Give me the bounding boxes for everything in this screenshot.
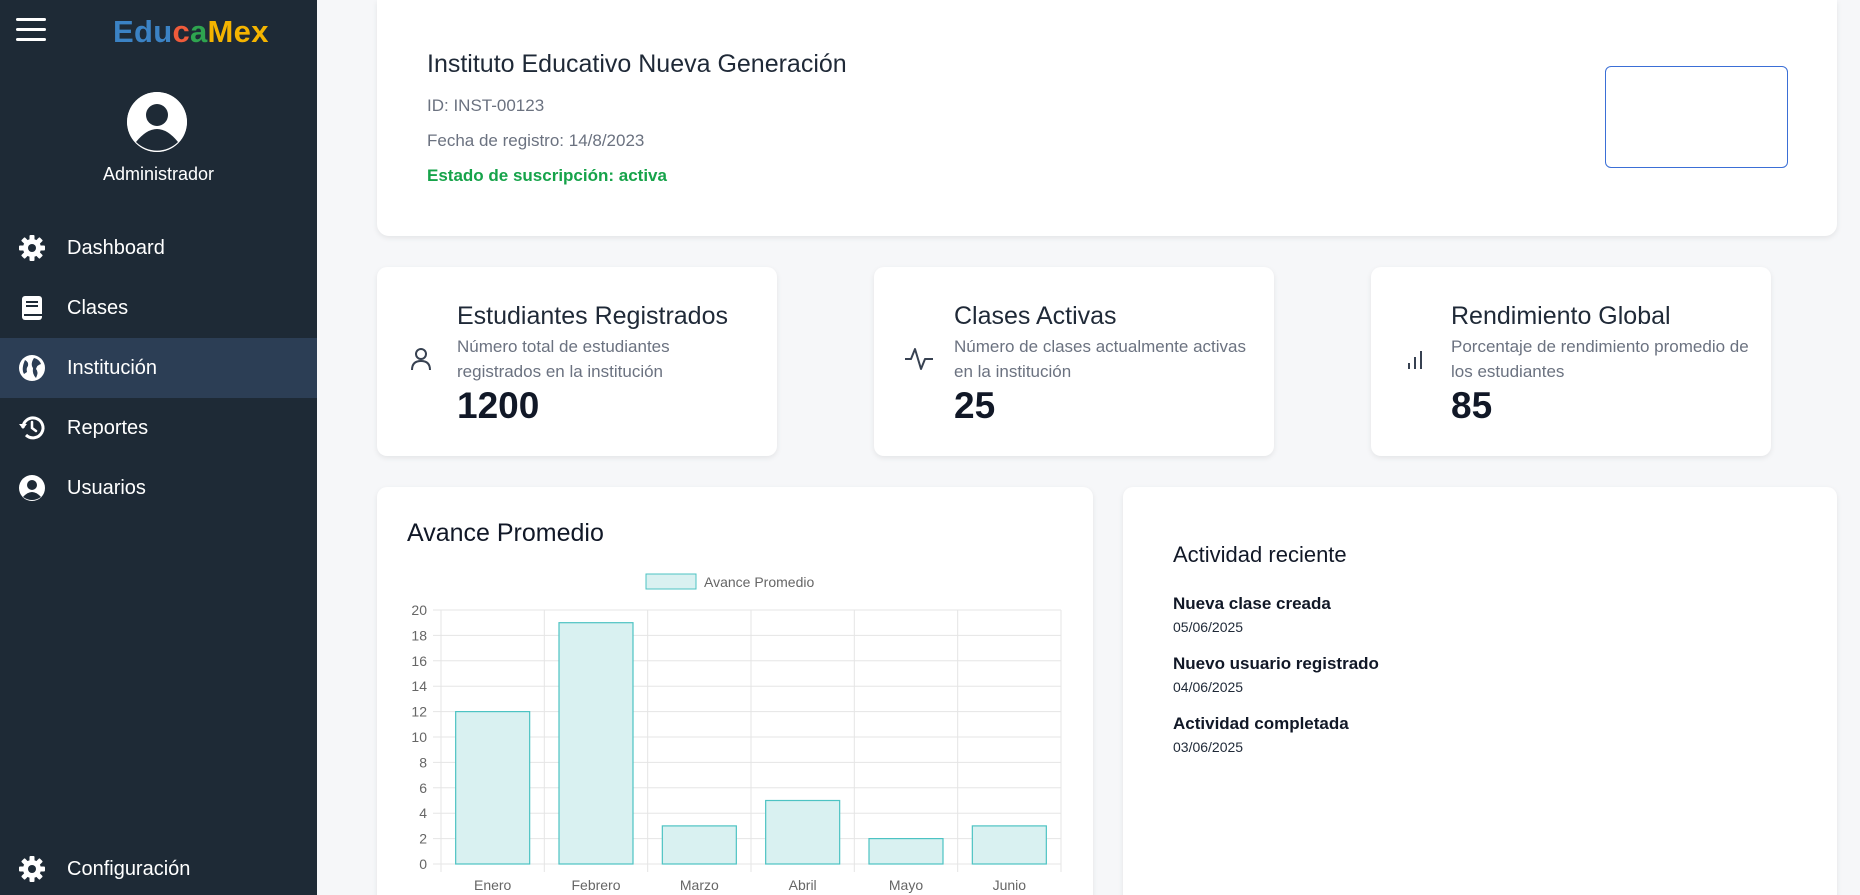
legend-label: Avance Promedio <box>704 574 814 590</box>
user-icon <box>407 345 435 373</box>
activity-item-date: 03/06/2025 <box>1173 739 1244 755</box>
subscription-status: Estado de suscripción: activa <box>427 166 667 185</box>
stat-description: Número total de estudiantes registrados … <box>457 337 670 381</box>
list-item: Actividad completada 03/06/2025 <box>1173 714 1379 774</box>
x-tick-label: Mayo <box>889 877 923 893</box>
chart-title: Avance Promedio <box>407 519 604 547</box>
stat-description: Porcentaje de rendimiento promedio de lo… <box>1451 337 1749 381</box>
institution-name: Instituto Educativo Nueva Generación <box>427 50 847 78</box>
bar <box>868 838 944 865</box>
activity-list: Nueva clase creada 05/06/2025 Nuevo usua… <box>1173 594 1379 774</box>
stat-title: Rendimiento Global <box>1451 302 1671 330</box>
activity-item-date: 05/06/2025 <box>1173 619 1244 635</box>
book-icon <box>17 293 47 323</box>
institution-card: Instituto Educativo Nueva Generación ID:… <box>377 0 1837 236</box>
stat-title: Clases Activas <box>954 302 1117 330</box>
sidebar-nav: Dashboard Clases Institución Reportes Us… <box>0 218 317 518</box>
y-tick-label: 18 <box>411 627 427 643</box>
stat-value: 85 <box>1451 385 1493 426</box>
x-tick-label: Febrero <box>571 877 620 893</box>
chart-card: Avance Promedio Avance Promedio 0 2 4 6 8 10 12… <box>377 487 1093 895</box>
sidebar-item-label: Configuración <box>67 857 191 880</box>
sidebar-item-reportes[interactable]: Reportes <box>0 398 317 458</box>
y-tick-label: 6 <box>419 780 427 796</box>
stat-title: Estudiantes Registrados <box>457 302 728 330</box>
y-tick-label: 12 <box>411 704 427 720</box>
activity-card: Actividad reciente Nueva clase creada 05… <box>1123 487 1837 895</box>
bar-chart: Avance Promedio 0 2 4 6 8 10 12 14 16 18 20 Enero Feb… <box>411 573 1062 893</box>
bar <box>661 825 737 865</box>
globe-icon <box>17 353 47 383</box>
y-tick-label: 4 <box>419 805 427 821</box>
y-tick-label: 20 <box>411 602 427 618</box>
sidebar-header: EducaMex <box>0 0 317 66</box>
sidebar-item-usuarios[interactable]: Usuarios <box>0 458 317 518</box>
legend-swatch <box>645 573 697 590</box>
y-tick-label: 8 <box>419 754 427 770</box>
activity-item-title: Actividad completada <box>1173 714 1349 733</box>
x-tick-label: Abril <box>789 877 817 893</box>
user-circle-icon[interactable] <box>127 92 187 152</box>
app-logo[interactable]: EducaMex <box>113 14 269 50</box>
institution-logo-placeholder[interactable] <box>1605 66 1788 168</box>
y-tick-label: 10 <box>411 729 427 745</box>
bar <box>765 799 841 865</box>
sidebar-item-label: Usuarios <box>67 476 146 499</box>
y-tick-label: 16 <box>411 653 427 669</box>
institution-id: ID: INST-00123 <box>427 96 545 115</box>
sidebar-item-institucion[interactable]: Institución <box>0 338 317 398</box>
activity-item-title: Nuevo usuario registrado <box>1173 654 1379 673</box>
user-role: Administrador <box>102 164 215 184</box>
x-tick-label: Marzo <box>680 877 719 893</box>
stat-card-performance: Rendimiento Global Porcentaje de rendimi… <box>1371 267 1771 456</box>
activity-item-date: 04/06/2025 <box>1173 679 1244 695</box>
y-tick-label: 14 <box>411 678 427 694</box>
sidebar-item-label: Dashboard <box>67 236 165 259</box>
bar-chart-icon <box>1401 345 1429 373</box>
sidebar: EducaMex Administrador Dashboard Clases … <box>0 0 317 895</box>
sidebar-item-clases[interactable]: Clases <box>0 278 317 338</box>
hamburger-icon[interactable] <box>16 18 46 46</box>
sidebar-item-dashboard[interactable]: Dashboard <box>0 218 317 278</box>
y-tick-label: 2 <box>419 831 427 847</box>
activity-item-title: Nueva clase creada <box>1173 594 1331 613</box>
stat-value: 25 <box>954 385 996 426</box>
user-circle-icon <box>17 473 47 503</box>
x-tick-label: Enero <box>474 877 512 893</box>
list-item: Nueva clase creada 05/06/2025 <box>1173 594 1379 654</box>
stat-description: Número de clases actualmente activas en … <box>954 337 1246 381</box>
history-icon <box>17 413 47 443</box>
gear-icon <box>17 233 47 263</box>
bar <box>971 825 1047 865</box>
y-tick-label: 0 <box>419 856 427 872</box>
sidebar-item-label: Reportes <box>67 416 149 439</box>
gear-icon <box>17 854 47 884</box>
stat-card-students: Estudiantes Registrados Número total de … <box>377 267 777 456</box>
registration-date: Fecha de registro: 14/8/2023 <box>427 131 645 150</box>
stat-card-classes: Clases Activas Número de clases actualme… <box>874 267 1274 456</box>
x-tick-label: Junio <box>993 877 1027 893</box>
sidebar-item-configuracion[interactable]: Configuración <box>0 839 317 895</box>
sidebar-footer: Configuración <box>0 839 317 895</box>
activity-title: Actividad reciente <box>1173 542 1347 567</box>
bar <box>455 711 531 865</box>
activity-icon <box>904 345 933 373</box>
sidebar-item-label: Clases <box>67 296 129 319</box>
list-item: Nuevo usuario registrado 04/06/2025 <box>1173 654 1379 714</box>
sidebar-item-label: Institución <box>67 356 158 379</box>
stat-value: 1200 <box>457 385 540 426</box>
bar <box>558 622 634 865</box>
